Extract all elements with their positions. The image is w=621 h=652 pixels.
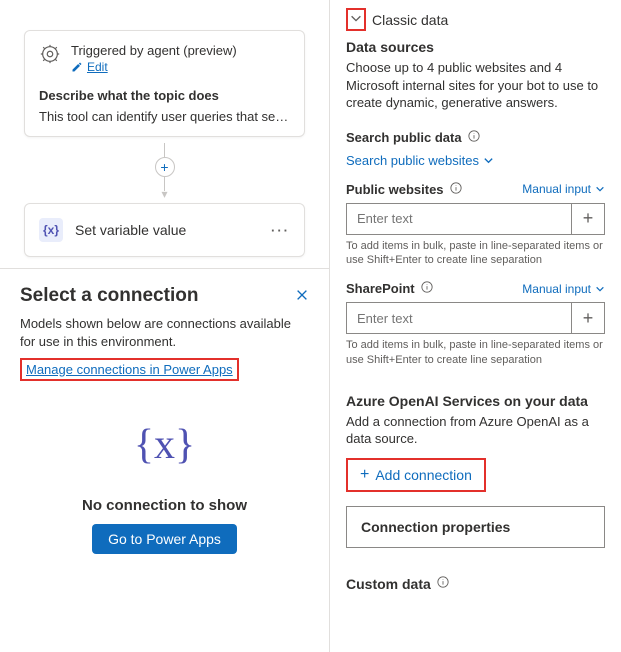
close-icon[interactable] <box>295 288 309 305</box>
info-icon[interactable] <box>421 281 433 296</box>
azure-openai-desc: Add a connection from Azure OpenAI as a … <box>346 413 605 448</box>
classic-data-title: Classic data <box>372 12 448 28</box>
panel-title: Select a connection <box>20 285 198 307</box>
manual-input-toggle[interactable]: Manual input <box>522 282 605 296</box>
plus-icon: + <box>360 466 369 484</box>
trigger-node[interactable]: Triggered by agent (preview) Edit Descri… <box>24 30 305 137</box>
public-websites-input[interactable] <box>346 203 571 235</box>
set-variable-node[interactable]: {x} Set variable value ··· <box>24 203 305 257</box>
sharepoint-input[interactable] <box>346 302 571 334</box>
info-icon[interactable] <box>437 576 449 591</box>
manage-connections-link[interactable]: Manage connections in Power Apps <box>26 362 233 377</box>
sharepoint-hint: To add items in bulk, paste in line-sepa… <box>346 338 605 367</box>
describe-label: Describe what the topic does <box>39 88 290 103</box>
chevron-down-icon <box>595 284 605 294</box>
properties-pane: Classic data Data sources Choose up to 4… <box>330 0 621 652</box>
variable-icon: {x} <box>39 218 63 242</box>
panel-description: Models shown below are connections avail… <box>20 315 309 350</box>
chevron-down-icon <box>595 184 605 194</box>
manual-input-toggle[interactable]: Manual input <box>522 182 605 196</box>
chevron-down-icon[interactable] <box>349 11 363 28</box>
data-sources-label: Data sources <box>346 39 605 55</box>
highlight-manage-connections: Manage connections in Power Apps <box>20 358 239 381</box>
search-public-websites-link[interactable]: Search public websites <box>346 153 605 168</box>
go-to-power-apps-button[interactable]: Go to Power Apps <box>92 524 237 554</box>
info-icon[interactable] <box>468 130 480 145</box>
highlight-add-connection: + Add connection <box>346 458 486 492</box>
add-sharepoint-button[interactable]: + <box>571 302 605 334</box>
public-websites-hint: To add items in bulk, paste in line-sepa… <box>346 239 605 268</box>
arrow-down-icon: ▾ <box>161 187 167 201</box>
add-public-website-button[interactable]: + <box>571 203 605 235</box>
set-variable-title: Set variable value <box>75 222 259 238</box>
add-node-button[interactable]: + <box>155 157 175 177</box>
node-connector: + ▾ <box>24 143 305 201</box>
azure-openai-title: Azure OpenAI Services on your data <box>346 393 605 409</box>
edit-trigger-link[interactable]: Edit <box>71 60 237 74</box>
public-websites-label: Public websites <box>346 182 444 197</box>
empty-state-title: No connection to show <box>20 497 309 514</box>
select-connection-panel: Select a connection Models shown below a… <box>0 268 329 652</box>
add-connection-button[interactable]: + Add connection <box>348 460 484 490</box>
highlight-classic-data-chevron <box>346 8 366 31</box>
chevron-down-icon <box>483 155 494 166</box>
data-sources-desc: Choose up to 4 public websites and 4 Mic… <box>346 59 605 112</box>
node-more-menu[interactable]: ··· <box>271 223 290 238</box>
empty-state-icon: {x} <box>20 421 309 469</box>
sharepoint-label: SharePoint <box>346 281 415 296</box>
pencil-icon <box>71 61 83 73</box>
trigger-title: Triggered by agent (preview) <box>71 43 237 58</box>
ai-icon <box>39 43 61 68</box>
authoring-canvas: Triggered by agent (preview) Edit Descri… <box>0 0 330 652</box>
describe-text: This tool can identify user queries that… <box>39 109 290 124</box>
search-public-data-label: Search public data <box>346 130 462 145</box>
custom-data-label: Custom data <box>346 576 431 592</box>
connection-properties-box[interactable]: Connection properties <box>346 506 605 548</box>
info-icon[interactable] <box>450 182 462 197</box>
